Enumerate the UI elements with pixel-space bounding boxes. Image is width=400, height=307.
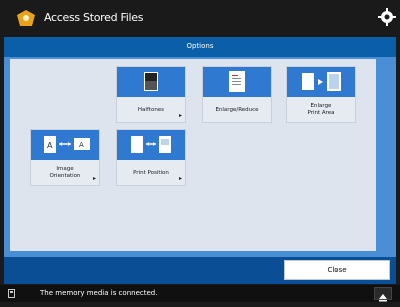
print-position-label: Print Position (133, 169, 169, 176)
enlarge-print-area-button[interactable]: Enlarge Print Area (286, 66, 356, 123)
memory-media-icon (8, 289, 15, 298)
enlarge-reduce-button[interactable]: Enlarge/Reduce (202, 66, 272, 123)
image-orientation-icon: A A (31, 130, 99, 160)
status-bar: The memory media is connected. (0, 285, 400, 302)
enlarge-reduce-label: Enlarge/Reduce (215, 106, 259, 113)
options-label: Options (186, 42, 214, 50)
options-bar: Options (4, 37, 396, 57)
options-grid: Halftones ▸ Enlarge/Reduce Enlarge Print… (10, 59, 376, 251)
options-panel: Halftones ▸ Enlarge/Reduce Enlarge Print… (4, 57, 396, 257)
chevron-right-icon: ▸ (178, 175, 182, 182)
halftones-label: Halftones (137, 106, 165, 113)
svg-text:A: A (79, 141, 84, 149)
enlarge-print-area-label: Enlarge Print Area (307, 103, 335, 116)
close-button[interactable]: Close ⌟ (284, 260, 390, 280)
svg-text:A: A (47, 141, 53, 150)
halftones-icon (117, 67, 185, 97)
eject-button[interactable] (374, 287, 392, 302)
print-position-button[interactable]: Print Position ▸ (116, 129, 186, 186)
image-orientation-label: Image Orientation (49, 166, 81, 179)
title-bar: Access Stored Files (0, 0, 400, 36)
status-message: The memory media is connected. (40, 289, 158, 297)
gear-icon[interactable] (378, 8, 396, 26)
corner-arrow-icon: ⌟ (334, 266, 337, 273)
chevron-right-icon: ▸ (92, 175, 96, 182)
print-position-icon (117, 130, 185, 160)
chevron-right-icon: ▸ (178, 112, 182, 119)
enlarge-reduce-icon (203, 67, 271, 97)
image-orientation-button[interactable]: A A Image Orientation ▸ (30, 129, 100, 186)
bottom-bar: Close ⌟ (4, 257, 396, 284)
page-title: Access Stored Files (44, 11, 144, 24)
folder-star-icon (17, 10, 35, 26)
enlarge-print-area-icon (287, 67, 355, 97)
halftones-button[interactable]: Halftones ▸ (116, 66, 186, 123)
eject-icon (379, 294, 387, 302)
